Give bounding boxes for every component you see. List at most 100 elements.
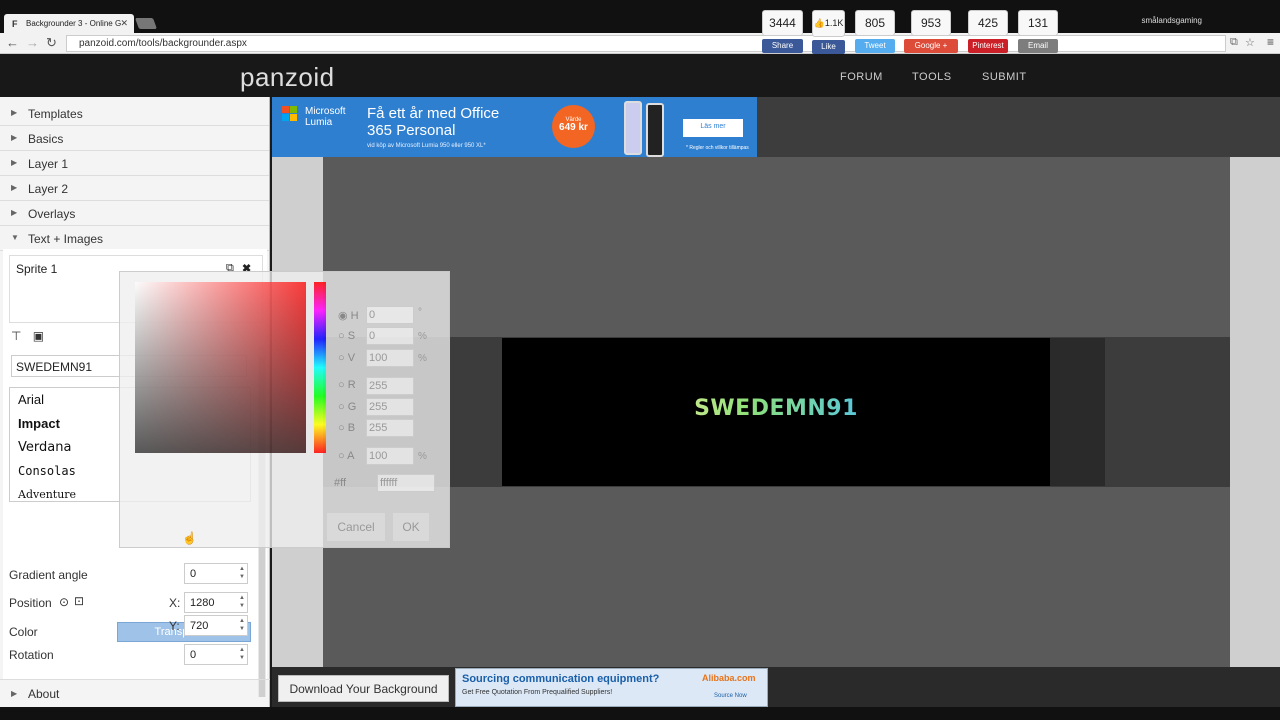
- section-label: Layer 2: [28, 182, 69, 196]
- stepper-icon[interactable]: ▲ ▼: [239, 617, 245, 633]
- chevron-right-icon: ▶: [11, 689, 18, 698]
- a-label[interactable]: ○ A: [338, 450, 354, 462]
- facebook-share-button[interactable]: 3444 Share: [762, 10, 803, 53]
- new-tab-button[interactable]: [134, 18, 158, 29]
- target-icon[interactable]: ⊙: [59, 595, 69, 609]
- gradient-angle-label: Gradient angle: [9, 568, 88, 582]
- b-input[interactable]: 255: [366, 419, 414, 437]
- menu-icon[interactable]: ≡: [1267, 35, 1274, 49]
- h-input[interactable]: 0: [366, 306, 414, 324]
- like-count: 1.1K: [824, 18, 844, 28]
- top-advertisement[interactable]: Microsoft Lumia Få ett år med Office 365 …: [272, 97, 757, 157]
- download-background-button[interactable]: Download Your Background: [278, 675, 449, 702]
- h-label[interactable]: ◉ H: [338, 309, 359, 322]
- profile-name[interactable]: smålandsgaming: [1142, 16, 1202, 25]
- site-logo[interactable]: panzoid: [240, 62, 335, 93]
- h-label-text: H: [350, 310, 359, 322]
- bookmark-star-icon[interactable]: ☆: [1245, 36, 1255, 49]
- hue-slider[interactable]: [314, 282, 326, 453]
- ad-headline: Få ett år med Office 365 Personal: [367, 105, 500, 139]
- section-text-images[interactable]: ▼ Text + Images: [0, 226, 269, 251]
- ad-price: 649 kr: [559, 122, 588, 133]
- reload-icon[interactable]: ↻: [46, 35, 57, 51]
- nav-tools[interactable]: TOOLS: [912, 71, 952, 83]
- chevron-right-icon: ▶: [11, 183, 18, 192]
- share-label: Email: [1018, 39, 1058, 53]
- x-label: X:: [169, 596, 181, 610]
- s-label[interactable]: ○ S: [338, 330, 355, 342]
- r-input[interactable]: 255: [366, 377, 414, 395]
- hex-input[interactable]: ffffff: [377, 474, 435, 492]
- ad-brand-line2: Lumia: [305, 117, 333, 128]
- add-image-icon[interactable]: ▣: [33, 329, 44, 343]
- section-layer-1[interactable]: ▶ Layer 1: [0, 151, 269, 176]
- s-label-text: S: [347, 330, 356, 342]
- gradient-angle-input[interactable]: 0 ▲ ▼: [184, 563, 248, 584]
- close-tab-icon[interactable]: ✕: [120, 18, 128, 29]
- s-input[interactable]: 0: [366, 327, 414, 345]
- section-layer-2[interactable]: ▶ Layer 2: [0, 176, 269, 201]
- sprite-name: Sprite 1: [16, 262, 58, 276]
- site-header: panzoid FORUM TOOLS SUBMIT: [0, 54, 1280, 97]
- share-count: 👍1.1K: [812, 10, 845, 37]
- hand-cursor-icon: ☝: [182, 531, 197, 545]
- saturation-value-area[interactable]: [135, 282, 306, 453]
- ad-subtitle: Get Free Quotation From Prequalified Sup…: [462, 689, 613, 696]
- g-input[interactable]: 255: [366, 398, 414, 416]
- section-templates[interactable]: ▶ Templates: [0, 101, 269, 126]
- v-input[interactable]: 100: [366, 349, 414, 367]
- share-count: 425: [968, 10, 1008, 36]
- nav-submit[interactable]: SUBMIT: [982, 71, 1027, 83]
- g-label[interactable]: ○ G: [338, 401, 356, 413]
- extension-icon[interactable]: ⧉: [1230, 36, 1238, 49]
- stepper-icon[interactable]: ▲ ▼: [239, 594, 245, 610]
- share-count: 805: [855, 10, 895, 36]
- cancel-button[interactable]: Cancel: [327, 513, 385, 541]
- banner-side-area: [1050, 338, 1105, 486]
- bottom-strip: [0, 707, 1280, 720]
- stepper-icon[interactable]: ▲ ▼: [239, 565, 245, 581]
- frame-icon[interactable]: ⊡: [74, 594, 84, 608]
- nav-forum[interactable]: FORUM: [840, 71, 883, 83]
- tab-title: Backgrounder 3 - Online G: [26, 19, 122, 28]
- share-label: Tweet: [855, 39, 895, 53]
- position-y-input[interactable]: 720 ▲ ▼: [184, 615, 248, 636]
- bottom-advertisement[interactable]: Sourcing communication equipment? Get Fr…: [455, 668, 768, 707]
- stepper-icon[interactable]: ▲ ▼: [239, 646, 245, 662]
- share-bar: [757, 97, 1280, 157]
- google-plus-button[interactable]: 953 Google +: [904, 10, 958, 53]
- back-icon[interactable]: ←: [6, 35, 19, 51]
- pinterest-button[interactable]: 425 Pinterest: [968, 10, 1008, 53]
- a-label-text: A: [347, 450, 355, 462]
- a-unit: %: [418, 451, 427, 462]
- a-input[interactable]: 100: [366, 447, 414, 465]
- ad-link[interactable]: Source Now: [714, 693, 747, 699]
- email-button[interactable]: 131 Email: [1018, 10, 1058, 53]
- share-label: Google +: [904, 39, 958, 53]
- b-label-text: B: [347, 422, 356, 434]
- facebook-like-button[interactable]: 👍1.1K Like: [812, 10, 845, 54]
- b-label[interactable]: ○ B: [338, 422, 355, 434]
- ad-price-badge: Värde 649 kr: [552, 105, 595, 148]
- section-about[interactable]: ▶ About: [0, 679, 270, 707]
- value: 1280: [190, 597, 215, 609]
- tweet-button[interactable]: 805 Tweet: [855, 10, 895, 53]
- r-label[interactable]: ○ R: [338, 379, 356, 391]
- g-label-text: G: [347, 401, 357, 413]
- value: 0: [190, 568, 197, 580]
- add-text-icon[interactable]: ⊤: [11, 329, 21, 343]
- position-label: Position: [9, 596, 52, 610]
- value: 0: [190, 649, 197, 661]
- position-x-input[interactable]: 1280 ▲ ▼: [184, 592, 248, 613]
- chevron-right-icon: ▶: [11, 208, 18, 217]
- section-basics[interactable]: ▶ Basics: [0, 126, 269, 151]
- banner-text: SWEDEMN91: [502, 396, 1050, 421]
- v-label[interactable]: ○ V: [338, 352, 355, 364]
- ok-button[interactable]: OK: [393, 513, 429, 541]
- browser-tab[interactable]: F Backgrounder 3 - Online G ✕: [4, 14, 134, 33]
- banner-preview[interactable]: SWEDEMN91: [502, 338, 1050, 486]
- rotation-input[interactable]: 0 ▲ ▼: [184, 644, 248, 665]
- section-overlays[interactable]: ▶ Overlays: [0, 201, 269, 226]
- ad-button[interactable]: Läs mer: [683, 119, 743, 137]
- forward-icon[interactable]: →: [26, 35, 39, 51]
